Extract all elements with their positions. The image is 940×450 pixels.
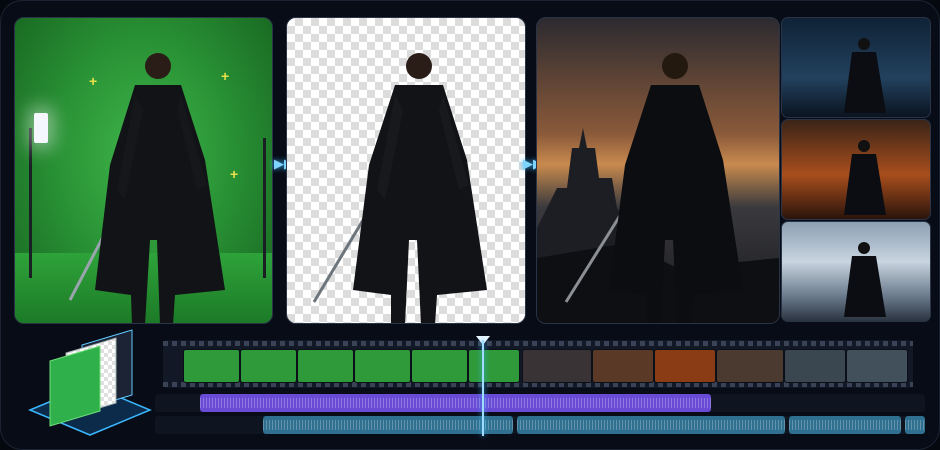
- video-clip-dark[interactable]: [784, 349, 846, 383]
- light-stand-right: [263, 138, 266, 278]
- burning-harbor-thumbnail[interactable]: [781, 119, 931, 220]
- thumbnail-figure: [844, 140, 886, 215]
- layers-icon: [28, 329, 152, 436]
- fantasy-composite-panel[interactable]: [536, 17, 780, 324]
- thumbnail-figure: [844, 242, 886, 317]
- video-track[interactable]: [163, 340, 913, 388]
- sprocket-row: [163, 341, 913, 346]
- snowy-mountains-thumbnail[interactable]: [781, 221, 931, 322]
- light-stand: [29, 128, 32, 278]
- green-screen-panel[interactable]: + + +: [14, 17, 273, 324]
- cutout-figure: [312, 53, 487, 323]
- app-frame: + + + ▶▶ ▶▶: [0, 0, 940, 450]
- video-clip-green[interactable]: [240, 349, 297, 383]
- night-city-thumbnail[interactable]: [781, 17, 931, 118]
- audio-clip-2d[interactable]: [905, 416, 925, 434]
- playhead[interactable]: [482, 340, 484, 436]
- audio-clip-2b[interactable]: [517, 416, 785, 434]
- video-clip-green[interactable]: [468, 349, 520, 383]
- video-clip-dark[interactable]: [846, 349, 908, 383]
- video-clip-dark[interactable]: [592, 349, 654, 383]
- video-clip-dark[interactable]: [522, 349, 592, 383]
- timeline[interactable]: [155, 336, 925, 440]
- audio-clip-2a[interactable]: [263, 416, 513, 434]
- transparent-cutout-panel[interactable]: [286, 17, 526, 324]
- audio-clip-1[interactable]: [200, 394, 711, 412]
- audio-track-1[interactable]: [155, 394, 925, 412]
- video-clip-green[interactable]: [411, 349, 468, 383]
- video-clip-green[interactable]: [297, 349, 354, 383]
- actor-figure: [68, 53, 225, 323]
- composite-figure: [564, 53, 743, 323]
- video-clip-green[interactable]: [354, 349, 411, 383]
- video-clip-dark[interactable]: [716, 349, 784, 383]
- audio-track-2[interactable]: [155, 416, 925, 434]
- video-clip-fire[interactable]: [654, 349, 716, 383]
- thumbnail-figure: [844, 38, 886, 113]
- studio-light: [34, 113, 48, 143]
- video-clip-green[interactable]: [183, 349, 240, 383]
- audio-clip-2c[interactable]: [789, 416, 901, 434]
